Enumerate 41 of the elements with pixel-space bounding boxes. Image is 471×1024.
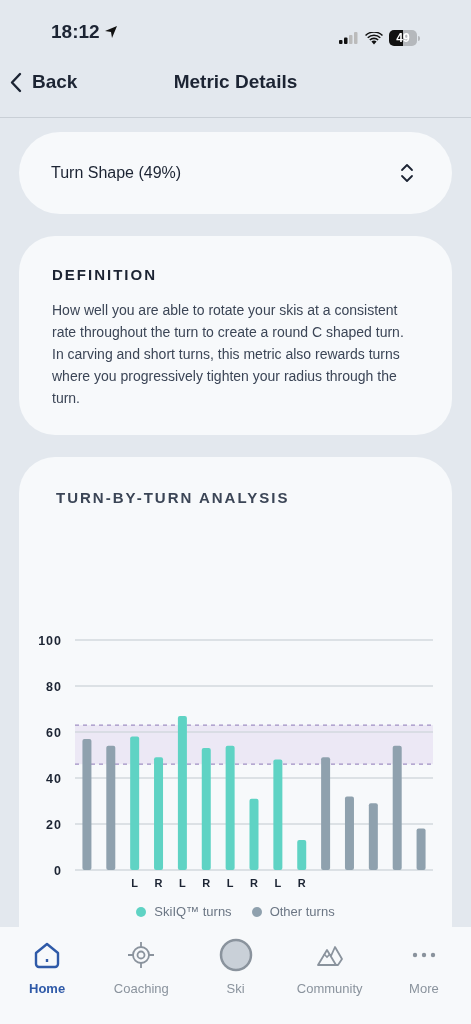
- card-heading: DEFINITION: [52, 265, 158, 285]
- screen-title: Metric Details: [173, 70, 298, 95]
- axis-label: L: [179, 877, 186, 889]
- tab[interactable]: More: [376, 937, 471, 1024]
- tab[interactable]: Community: [282, 937, 377, 1024]
- axis-label: 20: [46, 817, 62, 832]
- metric-dropdown[interactable]: Turn Shape (49%): [19, 132, 452, 214]
- status-time: 18:12: [51, 19, 100, 44]
- axis-label: 40: [46, 771, 62, 786]
- location-arrow-icon: [103, 24, 118, 39]
- legend-label: SkiIQ™ turns: [154, 903, 232, 921]
- axis-label: L: [274, 877, 282, 889]
- back-button[interactable]: Back: [10, 68, 78, 97]
- tab[interactable]: Coaching: [94, 937, 189, 1024]
- bar: [368, 803, 378, 870]
- definition-text: How well you are able to rotate your skis at a consistent rate throughout the turn to create a round C shaped turn. In carving and short turns, this metric also rewards turns where you progressively tighten your radius through the turn.: [52, 300, 405, 408]
- bar: [416, 828, 426, 870]
- wifi-icon: [365, 31, 383, 45]
- tab[interactable]: Ski: [188, 937, 283, 1024]
- up-down-chevron-icon: [400, 162, 414, 184]
- axis-label: R: [297, 877, 306, 889]
- axis-label: 0: [54, 863, 62, 878]
- axis-label: 60: [46, 725, 62, 740]
- battery-indicator: 49: [389, 30, 417, 46]
- axis-label: 100: [38, 633, 62, 648]
- more-icon: [411, 952, 436, 958]
- axis-label: 80: [46, 679, 62, 694]
- chevron-left-icon: [10, 72, 22, 93]
- axis-label: R: [154, 877, 163, 889]
- axis-label: L: [226, 877, 234, 889]
- axis-label: R: [202, 877, 211, 889]
- bar: [249, 798, 259, 870]
- target-icon: [127, 941, 156, 969]
- circle-icon: [218, 938, 253, 972]
- tab[interactable]: Home: [0, 937, 95, 1024]
- bar: [297, 840, 307, 870]
- axis-label: R: [250, 877, 258, 889]
- axis-label: L: [131, 877, 139, 889]
- signal-icon: [339, 32, 359, 44]
- legend-label: Other turns: [269, 903, 335, 921]
- card-heading: TURN-BY-TURN ANALYSIS: [56, 487, 291, 508]
